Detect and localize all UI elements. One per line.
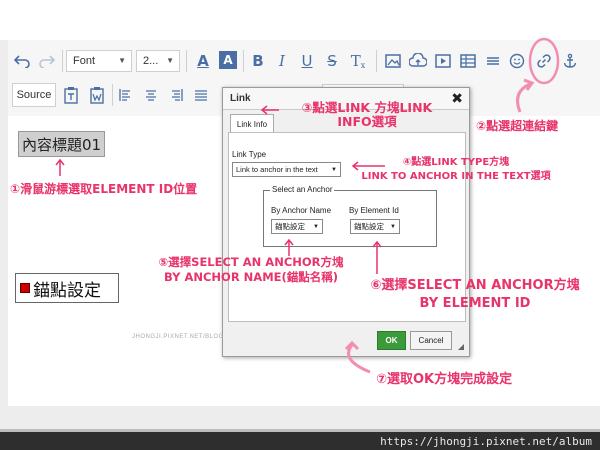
footer-bar: https://jhongji.pixnet.net/album — [0, 432, 600, 450]
annotation-step-7: ⑦選取OK方塊完成設定 — [376, 372, 513, 387]
annotation-step-5-line1: ⑤選擇SELECT AN ANCHOR方塊 — [158, 255, 344, 269]
highlight-circle — [528, 37, 560, 85]
annotation-step-6: ⑥選擇SELECT AN ANCHOR方塊 BY ELEMENT ID — [364, 278, 586, 312]
annotation-step-3: ③點選LINK 方塊LINK INFO選項 — [282, 100, 452, 130]
annotation-step-2: ②點選超連結鍵 — [476, 119, 559, 133]
annotation-step-4-line1: ④點選LINK TYPE方塊 — [402, 157, 510, 168]
footer-url: https://jhongji.pixnet.net/album — [380, 434, 592, 448]
arrow-to-ok — [347, 344, 371, 374]
annotation-step-5: ⑤選擇SELECT AN ANCHOR方塊 BY ANCHOR NAME(錨點名… — [148, 255, 354, 285]
annotation-step-3-line2: INFO選項 — [337, 114, 397, 130]
annotation-step-4-line2: LINK TO ANCHOR IN THE TEXT選項 — [361, 170, 551, 182]
annotation-step-6-line2: BY ELEMENT ID — [419, 295, 531, 311]
annotation-step-1: ①滑鼠游標選取ELEMENT ID位置 — [10, 182, 198, 196]
annotation-step-6-line1: ⑥選擇SELECT AN ANCHOR方塊 — [370, 278, 580, 293]
annotation-step-4: ④點選LINK TYPE方塊 LINK TO ANCHOR IN THE TEX… — [356, 157, 556, 182]
annotation-step-3-line1: ③點選LINK 方塊LINK — [301, 100, 433, 115]
annotation-step-5-line2: BY ANCHOR NAME(錨點名稱) — [163, 270, 339, 285]
